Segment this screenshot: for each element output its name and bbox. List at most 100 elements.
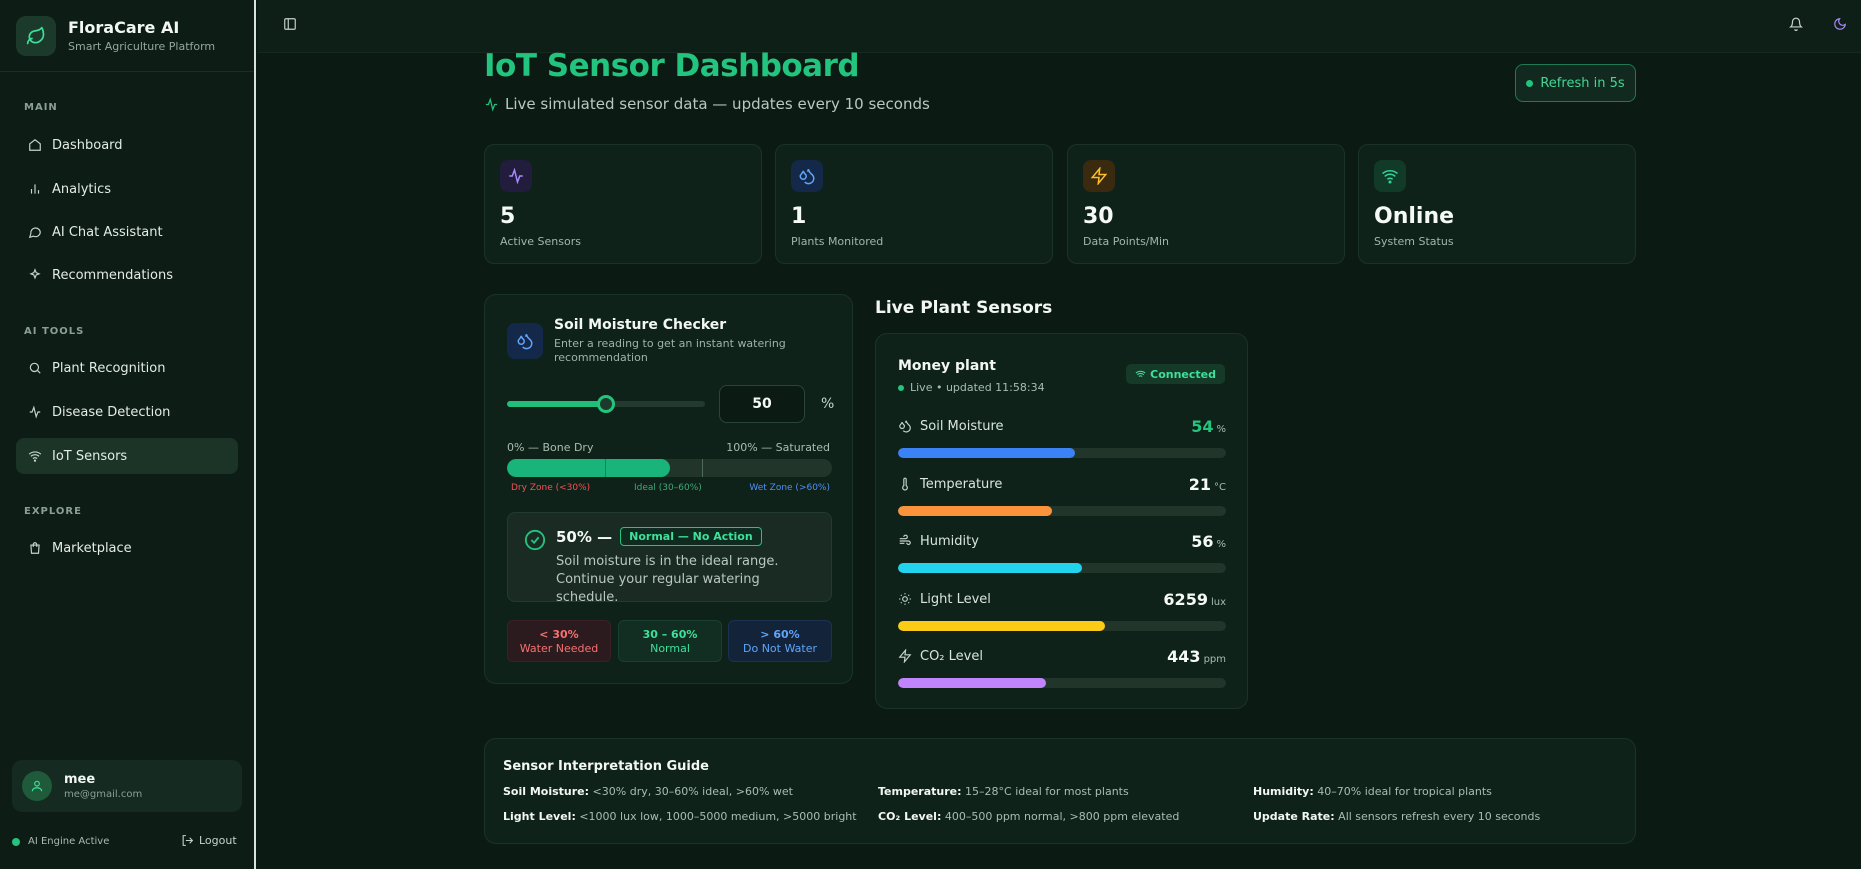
guide-value: 40–70% ideal for tropical plants: [1317, 785, 1492, 798]
avatar: [22, 771, 52, 801]
sidebar-item-dashboard[interactable]: Dashboard: [16, 127, 238, 163]
sun-icon: [899, 593, 911, 605]
bell-icon: [1789, 17, 1803, 31]
theme-toggle-button[interactable]: [1828, 12, 1852, 36]
guide-key: Temperature:: [878, 785, 962, 798]
legend-label: Do Not Water: [743, 642, 817, 655]
sidebar-item-disease-detection[interactable]: Disease Detection: [16, 394, 238, 430]
plant-name: Money plant: [898, 358, 996, 374]
user-icon: [31, 780, 43, 792]
result-value: 50% —: [556, 527, 613, 546]
stat-card-plants-monitored: 1 Plants Monitored: [775, 144, 1053, 264]
soil-checker-title: Soil Moisture Checker: [554, 317, 727, 333]
brand-title: FloraCare AI: [68, 18, 180, 37]
wifi-icon: [1135, 370, 1146, 377]
sidebar-item-label: Marketplace: [52, 540, 132, 556]
legend-label: Normal: [650, 642, 690, 655]
ideal-zone-label: Ideal (30–60%): [634, 483, 702, 493]
slider-thumb[interactable]: [597, 395, 615, 413]
sidebar-toggle-button[interactable]: [278, 12, 302, 36]
moisture-slider[interactable]: [507, 395, 705, 413]
scale-min-label: 0% — Bone Dry: [507, 441, 594, 454]
legend-range: 30 – 60%: [642, 628, 698, 641]
refresh-button[interactable]: Refresh in 5s: [1515, 64, 1636, 102]
sensor-value-number: 54: [1191, 416, 1214, 436]
sensor-value-number: 56: [1191, 531, 1214, 551]
sidebar-item-plant-recognition[interactable]: Plant Recognition: [16, 350, 238, 386]
sidebar-item-iot-sensors[interactable]: IoT Sensors: [16, 438, 238, 474]
plant-sensor-card: Money plant Live • updated 11:58:34 Conn…: [875, 333, 1248, 709]
sensor-label: CO₂ Level: [920, 648, 983, 664]
stat-card-system-status: Online System Status: [1358, 144, 1636, 264]
guide-value: 15–28°C ideal for most plants: [965, 785, 1129, 798]
dry-zone-label: Dry Zone (<30%): [511, 483, 591, 493]
page-subtitle-text: Live simulated sensor data — updates eve…: [505, 95, 930, 113]
soil-checker-description: Enter a reading to get an instant wateri…: [554, 337, 786, 364]
wifi-icon: [28, 451, 42, 462]
sensor-bar: [898, 563, 1226, 573]
stat-value: 30: [1083, 204, 1114, 229]
activity-icon: [500, 160, 532, 192]
sensor-label: Humidity: [920, 533, 979, 549]
sidebar-item-label: AI Chat Assistant: [52, 224, 163, 240]
guide-value: <30% dry, 30–60% ideal, >60% wet: [592, 785, 793, 798]
result-text: Soil moisture is in the ideal range. Con…: [556, 554, 779, 605]
sensor-label: Light Level: [920, 591, 991, 607]
sensor-bar-fill: [898, 506, 1053, 516]
sidebar-item-recommendations[interactable]: Recommendations: [16, 257, 238, 293]
guide-item: Light Level: <1000 lux low, 1000–5000 me…: [503, 810, 857, 823]
page-title: IoT Sensor Dashboard: [484, 48, 860, 84]
legend-range: < 30%: [539, 628, 579, 641]
sidebar-item-marketplace[interactable]: Marketplace: [16, 530, 238, 566]
wind-icon: [899, 534, 911, 546]
wifi-icon: [1374, 160, 1406, 192]
sensor-value-number: 6259: [1163, 589, 1208, 609]
sensor-bar: [898, 506, 1226, 516]
live-status-text: Live • updated 11:58:34: [910, 381, 1045, 394]
moisture-result: 50% — Normal — No Action Soil moisture i…: [507, 512, 832, 605]
brand[interactable]: FloraCare AI Smart Agriculture Platform: [0, 0, 254, 72]
sensor-unit: lux: [1210, 596, 1226, 608]
sidebar-item-ai-chat[interactable]: AI Chat Assistant: [16, 214, 238, 250]
notifications-button[interactable]: [1784, 12, 1808, 36]
user-card[interactable]: mee me@gmail.com: [12, 760, 242, 812]
status-dot: [898, 384, 904, 391]
guide-value: 400–500 ppm normal, >800 ppm elevated: [944, 810, 1180, 823]
unit-label: %: [821, 396, 835, 412]
sensor-co2-level: CO₂ Level 443 ppm: [898, 646, 1226, 688]
check-circle-icon: [524, 529, 546, 551]
logout-button[interactable]: Logout: [181, 834, 237, 847]
droplets-icon: [507, 323, 543, 359]
user-name: mee: [64, 772, 96, 787]
sensor-label: Soil Moisture: [920, 418, 1004, 434]
guide-title: Sensor Interpretation Guide: [503, 759, 709, 774]
sensor-unit: °C: [1214, 481, 1226, 493]
sensor-value-number: 21: [1188, 474, 1212, 494]
guide-key: Soil Moisture:: [503, 785, 590, 798]
moisture-value-input[interactable]: 50: [719, 385, 805, 423]
sensor-temperature: Temperature 21 °C: [898, 474, 1226, 516]
sidebar-item-analytics[interactable]: Analytics: [16, 171, 238, 207]
stat-value: 1: [791, 204, 807, 229]
stat-value: Online: [1374, 204, 1455, 229]
legend-label: Water Needed: [519, 642, 599, 655]
zone-tick-60: [702, 459, 703, 477]
home-icon: [29, 139, 41, 151]
guide-item: Humidity: 40–70% ideal for tropical plan…: [1253, 785, 1492, 798]
logout-label: Logout: [199, 834, 237, 847]
sensor-unit: %: [1216, 538, 1226, 550]
shopping-bag-icon: [30, 542, 40, 554]
sensor-guide: Sensor Interpretation Guide Soil Moistur…: [484, 738, 1636, 844]
soil-moisture-checker: Soil Moisture Checker Enter a reading to…: [484, 294, 853, 684]
guide-item: Update Rate: All sensors refresh every 1…: [1253, 810, 1540, 823]
thermometer-icon: [902, 477, 908, 491]
sensor-value: 56%: [1191, 532, 1226, 551]
stat-card-data-points: 30 Data Points/Min: [1067, 144, 1345, 264]
chat-icon: [28, 227, 41, 239]
bar-chart-icon: [30, 184, 40, 194]
guide-value: All sensors refresh every 10 seconds: [1338, 810, 1541, 823]
stat-card-active-sensors: 5 Active Sensors: [484, 144, 762, 264]
sensor-label: Temperature: [920, 476, 1003, 492]
slider-fill: [507, 401, 606, 407]
leaf-icon: [16, 15, 56, 56]
